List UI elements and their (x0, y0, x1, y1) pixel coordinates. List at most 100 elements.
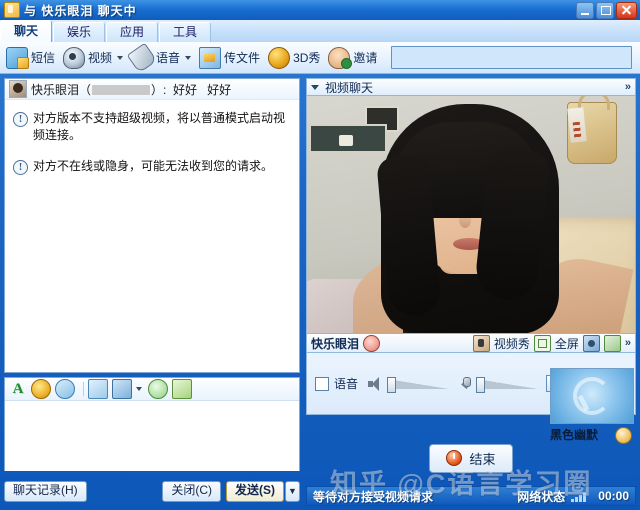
chevron-right-icon[interactable]: » (625, 81, 631, 93)
system-message: 对方版本不支持超级视频，将以普通模式启动视频连接。 (13, 110, 291, 144)
video-control-bar: 快乐眼泪 视频秀 全屏 » (306, 333, 636, 353)
microphone-gain-slider[interactable] (476, 376, 539, 393)
send-button[interactable]: 发送(S) (226, 480, 284, 502)
system-message-text: 对方不在线或隐身，可能无法收到您的请求。 (33, 159, 274, 173)
close-button[interactable] (616, 2, 637, 19)
main-toolbar: 短信 视频 语音 传文件 3D秀 邀请 (0, 42, 640, 74)
toolbar-send-file-label: 传文件 (224, 51, 261, 65)
maximize-button[interactable] (596, 2, 614, 19)
sender-nickname: 快乐眼泪 (31, 82, 80, 97)
image-icon[interactable] (88, 379, 108, 399)
speaker-icon[interactable] (368, 376, 383, 391)
toolbar-invite-label: 邀请 (353, 51, 378, 65)
fullscreen-label[interactable]: 全屏 (555, 335, 579, 352)
end-call-label: 结束 (469, 451, 496, 467)
self-video-preview[interactable] (550, 368, 634, 424)
microphone-icon[interactable] (459, 376, 472, 391)
call-timer: 00:00 (598, 489, 629, 503)
qq-logo-watermark-icon (573, 377, 611, 415)
3d-show-icon (268, 46, 291, 69)
status-bar: 等待对方接受视频请求 网络状态 00:00 (306, 486, 636, 506)
avatar (9, 80, 27, 98)
video-mask-icon[interactable] (363, 334, 381, 352)
account-redacted (92, 85, 151, 96)
toolbar-video[interactable]: 视频 (63, 46, 124, 69)
chevron-down-icon: ▼ (288, 486, 297, 496)
tab-apps[interactable]: 应用 (106, 22, 159, 42)
camera-snapshot-icon[interactable] (582, 334, 600, 352)
minimize-button[interactable] (576, 2, 594, 19)
input-toolbar: A (5, 378, 299, 401)
chat-action-bar: 聊天记录(H) 关闭(C) 发送(S) ▼ (4, 478, 300, 504)
slider-knob[interactable] (387, 376, 397, 393)
toolbar-voice[interactable]: 语音 (126, 42, 192, 73)
screen-capture-icon[interactable] (112, 379, 132, 399)
shake-window-icon[interactable] (148, 379, 168, 399)
tab-chat[interactable]: 聊天 (0, 20, 53, 42)
close-chat-button[interactable]: 关闭(C) (162, 480, 221, 502)
window-controls (576, 2, 637, 19)
toolbar-3d-show-label: 3D秀 (293, 51, 321, 65)
chevron-down-icon[interactable] (117, 55, 124, 60)
chat-history-button[interactable]: 聊天记录(H) (4, 480, 87, 502)
swap-view-icon[interactable] (603, 334, 621, 352)
message-input-box: A (4, 377, 300, 471)
tab-tools[interactable]: 工具 (159, 22, 212, 42)
video-panel-header: 视频聊天 » (306, 78, 636, 96)
send-label: 发送(S) (235, 482, 275, 497)
tab-tools-label: 工具 (173, 25, 198, 39)
toolbar-voice-label: 语音 (156, 51, 181, 65)
voice-checkbox[interactable] (315, 376, 329, 391)
video-show-icon[interactable] (472, 334, 490, 352)
video-wall-tag (567, 107, 587, 143)
magic-expression-icon[interactable] (55, 379, 75, 399)
system-message-text: 对方版本不支持超级视频，将以普通模式启动视频连接。 (33, 111, 286, 142)
chat-left-panel: 快乐眼泪（）: 好好 好好 对方版本不支持超级视频，将以普通模式启动视频连接。 … (4, 78, 300, 502)
signal-bars-icon (571, 491, 587, 502)
video-wall-poster (309, 124, 387, 153)
qq-chat-window: 与 快乐眼泪 聊天中 聊天 娱乐 应用 工具 短信 视频 语音 传文件 3D秀 … (0, 0, 640, 510)
video-more-icon[interactable]: » (625, 337, 631, 349)
chat-history-label: 聊天记录(H) (13, 482, 78, 497)
video-show-label[interactable]: 视频秀 (494, 335, 530, 352)
toolbar-send-file[interactable]: 传文件 (199, 46, 261, 69)
header-message-b: 好好 (207, 82, 232, 97)
send-file-icon (199, 46, 222, 69)
chevron-down-icon[interactable] (136, 387, 142, 391)
slider-track (476, 378, 539, 389)
toolbar-3d-show[interactable]: 3D秀 (268, 46, 321, 69)
font-icon[interactable]: A (9, 380, 27, 398)
info-icon (13, 111, 28, 128)
toolbar-sms[interactable]: 短信 (6, 46, 56, 69)
video-panel-title: 视频聊天 (325, 80, 374, 95)
close-chat-label: 关闭(C) (171, 482, 212, 497)
video-peer-name: 快乐眼泪 (311, 336, 360, 351)
title-bar: 与 快乐眼泪 聊天中 (0, 0, 640, 20)
toolbar-sms-label: 短信 (31, 51, 56, 65)
send-dropdown-button[interactable]: ▼ (285, 480, 300, 502)
slider-knob[interactable] (476, 376, 486, 393)
invite-icon (328, 46, 353, 69)
emoticon-icon[interactable] (31, 379, 51, 399)
sender-suffix: ）: (151, 82, 167, 97)
power-off-icon (446, 450, 463, 466)
video-chat-panel: 视频聊天 » 快乐眼泪 视频秀 全屏 » 语音 结束 黑色幽默 (306, 78, 636, 482)
end-call-button[interactable]: 结束 (429, 443, 513, 473)
toolbar-search-input[interactable] (391, 46, 632, 69)
message-input[interactable] (5, 401, 299, 471)
chevron-down-icon[interactable] (185, 55, 192, 60)
toolbar-invite[interactable]: 邀请 (328, 46, 378, 69)
speaker-volume-slider[interactable] (387, 376, 450, 393)
tab-chat-label: 聊天 (14, 24, 39, 38)
window-title: 与 快乐眼泪 聊天中 (24, 3, 137, 18)
message-header: 快乐眼泪（）: 好好 好好 (5, 79, 299, 100)
triangle-down-icon[interactable] (311, 84, 319, 90)
self-video-thumbnail[interactable]: 黑色幽默 (550, 368, 634, 444)
tab-entertainment[interactable]: 娱乐 (53, 22, 106, 42)
fullscreen-icon[interactable] (533, 334, 551, 352)
toolbar-video-label: 视频 (88, 51, 113, 65)
emoticon-badge-icon[interactable] (615, 427, 632, 444)
video-feed[interactable] (306, 96, 636, 333)
gift-icon[interactable] (172, 379, 192, 399)
tab-entertainment-label: 娱乐 (67, 25, 92, 39)
